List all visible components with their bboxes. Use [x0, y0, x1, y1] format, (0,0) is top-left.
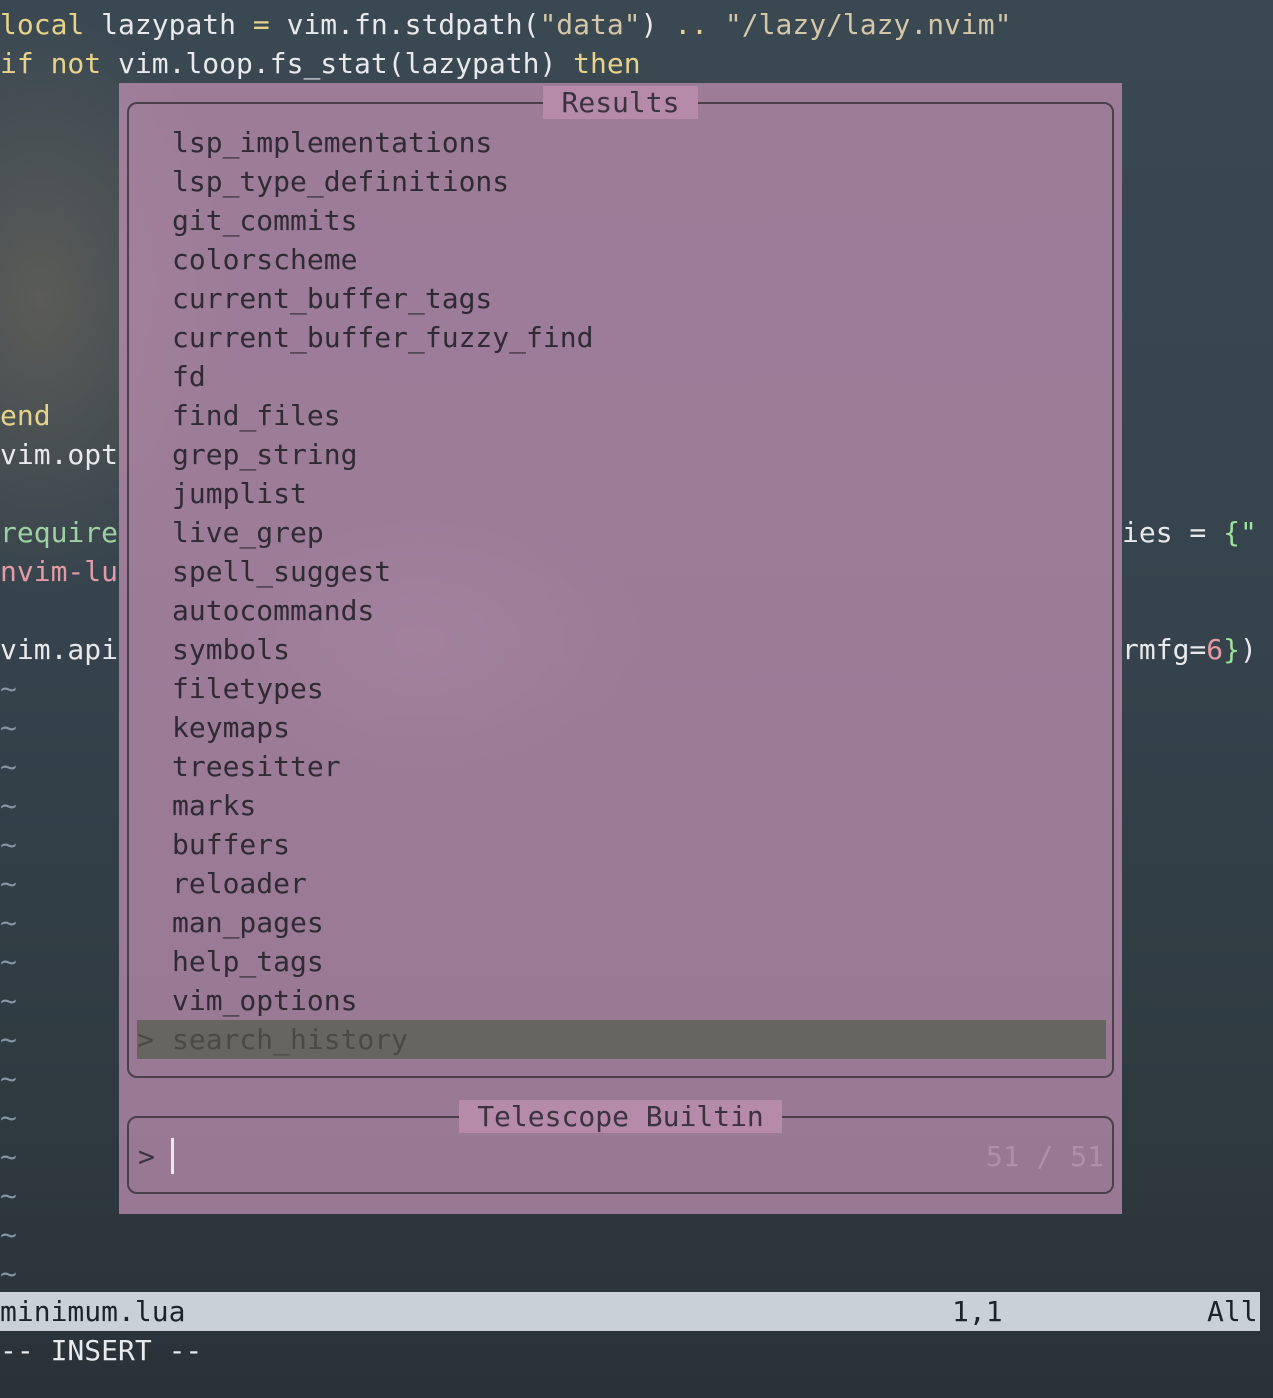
code-nvim-lu: nvim-lu [0, 555, 119, 588]
result-item[interactable]: current_buffer_tags [172, 279, 492, 318]
empty-line-marker: ~ [0, 867, 17, 900]
empty-line-marker: ~ [0, 750, 17, 783]
result-item[interactable]: lsp_implementations [172, 123, 492, 162]
keyword-if: if [0, 47, 34, 80]
selected-result-label: search_history [172, 1023, 409, 1056]
empty-line-marker: ~ [0, 1140, 17, 1173]
empty-line-marker: ~ [0, 1257, 17, 1290]
empty-line-marker: ~ [0, 828, 17, 861]
result-item[interactable]: reloader [172, 864, 307, 903]
result-item-selected[interactable]: > search_history [137, 1020, 1106, 1059]
result-item[interactable]: autocommands [172, 591, 374, 630]
prompt-prefix: > [138, 1140, 155, 1173]
result-item[interactable]: grep_string [172, 435, 357, 474]
result-item[interactable]: current_buffer_fuzzy_find [172, 318, 593, 357]
statusline-scroll-percent: All [1207, 1295, 1258, 1328]
identifier: rmfg= [1122, 633, 1207, 666]
keyword-not: not [33, 47, 102, 80]
empty-line-marker: ~ [0, 711, 17, 744]
results-title-wrap: Results [129, 84, 1112, 122]
result-item[interactable]: colorscheme [172, 240, 357, 279]
result-item[interactable]: find_files [172, 396, 341, 435]
prompt-input-cursor[interactable] [171, 1138, 174, 1174]
empty-line-marker: ~ [0, 945, 17, 978]
code-right-rmfg: rmfg=6}) [1122, 630, 1257, 669]
result-item[interactable]: filetypes [172, 669, 324, 708]
empty-line-marker: ~ [0, 1218, 17, 1251]
result-item[interactable]: git_commits [172, 201, 357, 240]
empty-line-marker: ~ [0, 789, 17, 822]
result-item[interactable]: symbols [172, 630, 290, 669]
empty-line-marker: ~ [0, 1023, 17, 1056]
statusline-cursor-position: 1,1 [952, 1295, 1003, 1328]
code-right-ies: ies = {" [1122, 513, 1257, 552]
empty-line-marker: ~ [0, 1101, 17, 1134]
result-item[interactable]: treesitter [172, 747, 341, 786]
identifier: lazypath [84, 8, 253, 41]
code-vim-opt: vim.opt [0, 438, 119, 471]
number: 6 [1206, 633, 1224, 666]
empty-line-marker: ~ [0, 672, 17, 705]
result-item[interactable]: buffers [172, 825, 290, 864]
string-literal: "/lazy/lazy.nvim" [724, 8, 1012, 41]
mode-indicator: -- INSERT -- [0, 1334, 203, 1367]
empty-line-marker: ~ [0, 906, 17, 939]
code-require: require [0, 516, 119, 549]
result-item[interactable]: lsp_type_definitions [172, 162, 509, 201]
paren: ) [1240, 633, 1257, 666]
empty-line-marker: ~ [0, 1062, 17, 1095]
prompt-title: Telescope Builtin [459, 1100, 782, 1133]
results-title: Results [543, 86, 698, 119]
operator-concat: .. [674, 8, 709, 41]
keyword-local: local [0, 8, 85, 41]
result-item[interactable]: marks [172, 786, 256, 825]
function-call: vim.loop.fs_stat(lazypath) [101, 47, 574, 80]
keyword-then: then [573, 47, 641, 80]
statusline: minimum.lua 1,1 All [0, 1292, 1260, 1331]
operator: = [252, 8, 270, 41]
result-item[interactable]: spell_suggest [172, 552, 391, 591]
paren: ) [640, 8, 675, 41]
identifier: ies = [1122, 516, 1224, 549]
result-item[interactable]: man_pages [172, 903, 324, 942]
result-item[interactable]: jumplist [172, 474, 307, 513]
string-literal: "data" [539, 8, 641, 41]
result-counter: 51 / 51 [985, 1140, 1104, 1173]
results-panel: Results lsp_implementations lsp_type_def… [127, 86, 1114, 1078]
code-end: end [0, 399, 51, 432]
result-item[interactable]: fd [172, 357, 206, 396]
empty-line-marker: ~ [0, 984, 17, 1017]
prompt-panel: Telescope Builtin > 51 / 51 [127, 1100, 1114, 1194]
brace: } [1223, 633, 1241, 666]
brace: {" [1223, 516, 1257, 549]
function-call: vim.fn.stdpath( [269, 8, 540, 41]
code-line-2: if not vim.loop.fs_stat(lazypath) then [0, 44, 641, 83]
prompt-title-wrap: Telescope Builtin [129, 1098, 1112, 1136]
result-item[interactable]: keymaps [172, 708, 290, 747]
code-vim-api: vim.api [0, 633, 119, 666]
code-line-1: local lazypath = vim.fn.stdpath("data") … [0, 5, 1011, 44]
empty-line-marker: ~ [0, 1179, 17, 1212]
result-item[interactable]: live_grep [172, 513, 324, 552]
statusline-filename: minimum.lua [0, 1295, 186, 1328]
telescope-picker: Results lsp_implementations lsp_type_def… [119, 83, 1122, 1214]
selection-caret: > [137, 1023, 154, 1056]
result-item[interactable]: help_tags [172, 942, 324, 981]
result-item[interactable]: vim_options [172, 981, 357, 1020]
